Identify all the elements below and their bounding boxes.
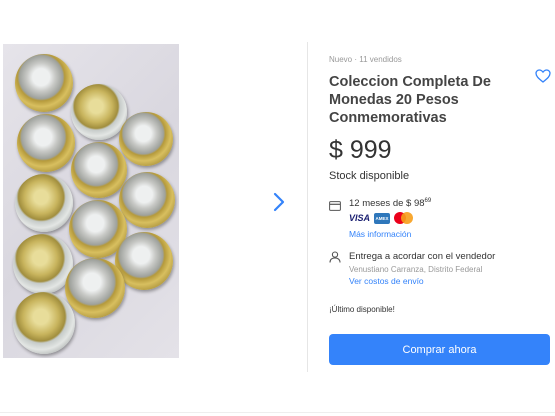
coin-image [15,174,73,232]
mastercard-logo [394,212,414,224]
product-title: Coleccion Completa De Monedas 20 Pesos C… [329,74,491,126]
installments-cents: 69 [424,198,432,204]
coin-image [71,84,127,140]
column-divider [307,42,308,372]
product-price: $ 999 [329,136,392,164]
buy-now-button[interactable]: Comprar ahora [329,334,550,365]
stock-status: Stock disponible [329,170,410,182]
heart-outline-icon[interactable] [535,69,551,83]
amex-logo: AMEX [374,212,391,224]
delivery-text: Entrega a acordar con el vendedor [349,251,496,262]
coin-image [119,172,175,228]
coin-image [13,234,73,294]
seller-location: Venustiano Carranza, Distrito Federal [349,265,483,274]
visa-logo: VISA [349,213,371,223]
installments-text: 12 meses de $ 9869 [349,198,431,209]
last-available-notice: ¡Último disponible! [329,305,395,314]
person-icon [329,250,341,263]
coin-image [13,292,75,354]
more-info-link[interactable]: Más información [349,229,411,239]
coin-image [65,258,125,318]
shipping-costs-link[interactable]: Ver costos de envío [349,276,424,286]
installments-amount: 12 meses de $ 98 [349,198,425,210]
credit-card-icon [329,198,341,211]
condition-sold-count: Nuevo · 11 vendidos [329,55,402,64]
bottom-divider [0,412,555,413]
payment-cards: VISA AMEX [349,212,414,224]
chevron-right-icon[interactable] [269,190,289,214]
coin-image [17,114,75,172]
coin-image [71,142,127,198]
coin-image [15,54,73,112]
product-photo[interactable] [3,44,179,358]
coin-image [119,112,173,166]
